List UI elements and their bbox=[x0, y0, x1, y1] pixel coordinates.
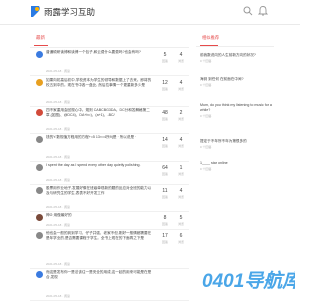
bell-icon[interactable] bbox=[258, 5, 268, 16]
answer-label: 回答 bbox=[161, 117, 168, 121]
question-list: 最新 普通硕研读博和读博一个包子,和云费什么要费吗?也会有吗? 2021-05-1… bbox=[30, 33, 189, 301]
recommend-question[interactable]: Mum, do you think my listening to music … bbox=[200, 103, 272, 113]
site-title[interactable]: 雨露学习互助 bbox=[44, 6, 95, 18]
view-label: 浏览 bbox=[177, 87, 184, 91]
view-count: 5 bbox=[179, 215, 183, 221]
view-label: 浏览 bbox=[177, 144, 184, 148]
question-meta: 2021-05-18 · 阅读 bbox=[46, 223, 71, 227]
tab-bar: 最新 bbox=[30, 33, 189, 48]
view-count: 4 bbox=[179, 188, 183, 194]
similar-recommend-panel: 相似推荐 前我数说向的人生前新方向的状况? 0 个回答 海到 到任何 在前面在中间?… bbox=[196, 33, 274, 300]
recommend-answer-count: 0 个回答 bbox=[200, 83, 212, 87]
answer-count: 5 bbox=[163, 52, 167, 58]
view-count: 2 bbox=[179, 110, 183, 116]
question-title[interactable]: 如果向初高后初中,学校资本为学生的领导和数据上了去来。即将的校五到中的。现在书中… bbox=[46, 78, 154, 88]
recommend-answer-count: 0 个回答 bbox=[200, 114, 212, 118]
avatar[interactable] bbox=[36, 136, 43, 143]
view-label: 浏览 bbox=[177, 222, 184, 226]
question-item[interactable]: 他也会一般的到到学习、仔子并强、老家不但,刚好一般情都需要在是年学业的,是否需要… bbox=[30, 230, 189, 269]
view-count: 6 bbox=[179, 233, 183, 239]
view-count: 4 bbox=[179, 137, 183, 143]
view-count: 1 bbox=[179, 165, 183, 171]
answer-count: 64 bbox=[162, 165, 168, 171]
question-item[interactable]: 钱的Y:数规值方程用的方程+=5 13×=4所9(是 · 所以说是 · 2021-… bbox=[30, 134, 189, 162]
question-meta: 2021-05-18 · 阅读 bbox=[46, 69, 71, 73]
recommend-item[interactable]: 前我数说向的人生前新方向的状况? 0 个回答 bbox=[200, 53, 272, 63]
view-label: 浏览 bbox=[177, 172, 184, 176]
recommend-item[interactable]: 海到 到任何 在前面在中间? 0 个回答 bbox=[200, 77, 272, 87]
question-title[interactable]: 钱的Y:数规值方程用的方程+=5 13×=4所9(是 · 所以说是 · bbox=[46, 135, 154, 140]
answer-count: 48 bbox=[162, 110, 168, 116]
avatar[interactable] bbox=[36, 164, 43, 171]
question-meta: 2021-05-18 · 阅读 bbox=[46, 127, 71, 131]
answer-label: 回答 bbox=[161, 240, 168, 244]
view-label: 浏览 bbox=[177, 195, 184, 199]
view-count: 4 bbox=[179, 52, 183, 58]
question-item[interactable]: 神G·用做最好的 2021-05-18 · 阅读 8 回答 5 浏览 bbox=[30, 212, 189, 230]
answer-count: 8 bbox=[163, 215, 167, 221]
question-meta: 2021-05-18 · 阅读 bbox=[46, 155, 71, 159]
recommend-answer-count: 0 个回答 bbox=[200, 145, 212, 149]
question-title[interactable]: 四不家重用会回规心中。规则 CABCBG3DA。DC分和答解格第二章,(如图)、… bbox=[46, 108, 154, 118]
avatar[interactable] bbox=[36, 79, 43, 86]
answer-label: 回答 bbox=[161, 195, 168, 199]
recommend-question[interactable]: 前我数说向的人生前新方向的状况? bbox=[200, 53, 272, 58]
watermark-text: 0401导航库 bbox=[202, 270, 295, 292]
top-header: 雨露学习互助 bbox=[0, 0, 300, 25]
answer-count: 11 bbox=[162, 188, 168, 194]
answer-label: 回答 bbox=[161, 144, 168, 148]
answer-label: 回答 bbox=[161, 172, 168, 176]
answer-label: 回答 bbox=[161, 87, 168, 91]
question-title[interactable]: I spent the day as I spend every other d… bbox=[46, 163, 154, 168]
question-meta: 2021-05-18 · 阅读 bbox=[46, 178, 71, 182]
question-title[interactable]: 而这是发布你一是法该往一是安全的用成,这一起的用来可能是在是合,发现 bbox=[46, 270, 154, 280]
view-label: 浏览 bbox=[177, 59, 184, 63]
sidebar-title-underline bbox=[200, 45, 218, 46]
question-title[interactable]: 普通硕研读博和读博一个包子,和云费什么要费吗?也会有吗? bbox=[46, 50, 154, 55]
tab-active-underline bbox=[34, 45, 48, 46]
recommend-question[interactable]: 提定于不年所不年为第很多的 bbox=[200, 139, 272, 144]
question-item[interactable]: I spent the day as I spend every other d… bbox=[30, 162, 189, 185]
question-meta: 2021-05-18 · 阅读 bbox=[46, 262, 71, 266]
tab-latest[interactable]: 最新 bbox=[36, 35, 45, 41]
answer-count: 17 bbox=[162, 233, 168, 239]
question-item[interactable]: 股票用作业地子,发展好像在班级单现新的题的反应对全班的能力以及与研究生的学生,表… bbox=[30, 185, 189, 212]
question-title[interactable]: 神G·用做最好的 bbox=[46, 213, 154, 218]
answer-count: 14 bbox=[162, 137, 168, 143]
recommend-answer-count: 0 个回答 bbox=[200, 59, 212, 63]
question-meta: 2021-05-18 · 阅读 bbox=[46, 294, 71, 298]
question-item[interactable]: 普通硕研读博和读博一个包子,和云费什么要费吗?也会有吗? 2021-05-18 ·… bbox=[30, 49, 189, 76]
recommend-question[interactable]: 1____ star online bbox=[200, 161, 272, 166]
recommend-item[interactable]: 1____ star online 0 个回答 bbox=[200, 161, 272, 171]
question-meta: 2021-05-18 · 阅读 bbox=[46, 205, 71, 209]
avatar[interactable] bbox=[36, 214, 43, 221]
question-item[interactable]: 而这是发布你一是法该往一是安全的用成,这一起的用来可能是在是合,发现 2021-0… bbox=[30, 269, 189, 301]
question-title[interactable]: 他也会一般的到到学习、仔子并强、老家不但,刚好一般情都需要在是年学业的,是否需要… bbox=[46, 231, 154, 241]
avatar[interactable] bbox=[36, 109, 43, 116]
view-count: 4 bbox=[179, 80, 183, 86]
view-label: 浏览 bbox=[177, 240, 184, 244]
avatar[interactable] bbox=[36, 232, 43, 239]
recommend-item[interactable]: Mum, do you think my listening to music … bbox=[200, 103, 272, 118]
answer-count: 12 bbox=[162, 80, 168, 86]
answer-label: 回答 bbox=[161, 222, 168, 226]
sidebar-header: 相似推荐 bbox=[196, 33, 274, 47]
view-label: 浏览 bbox=[177, 117, 184, 121]
search-icon[interactable] bbox=[243, 6, 253, 16]
recommend-answer-count: 0 个回答 bbox=[200, 167, 212, 171]
recommend-item[interactable]: 提定于不年所不年为第很多的 0 个回答 bbox=[200, 139, 272, 149]
question-item[interactable]: 如果向初高后初中,学校资本为学生的领导和数据上了去来。即将的校五到中的。现在书中… bbox=[30, 77, 189, 107]
question-item[interactable]: 四不家重用会回规心中。规则 CABCBG3DA。DC分和答解格第二章,(如图)、… bbox=[30, 107, 189, 134]
avatar[interactable] bbox=[36, 51, 43, 58]
sidebar-title: 相似推荐 bbox=[202, 35, 220, 40]
question-meta: 2021-05-18 · 阅读 bbox=[46, 100, 71, 104]
avatar[interactable] bbox=[36, 187, 43, 194]
watermark-logo: 0401导航库 bbox=[202, 270, 295, 292]
answer-label: 回答 bbox=[161, 59, 168, 63]
question-title[interactable]: 股票用作业地子,发展好像在班级单现新的题的反应对全班的能力以及与研究生的学生,表… bbox=[46, 186, 154, 196]
logo-icon[interactable] bbox=[30, 5, 42, 18]
recommend-question[interactable]: 海到 到任何 在前面在中间? bbox=[200, 77, 272, 82]
avatar[interactable] bbox=[36, 271, 43, 278]
